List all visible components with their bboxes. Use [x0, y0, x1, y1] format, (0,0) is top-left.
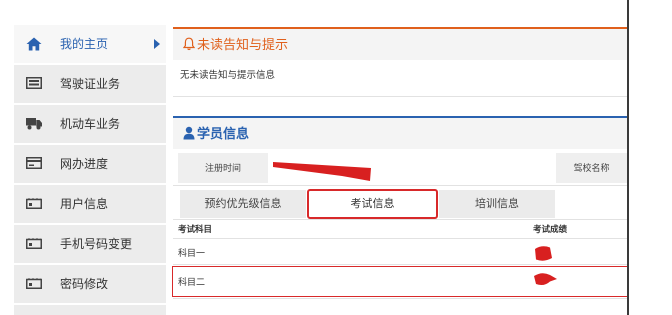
sidebar-item-label: 机动车业务 — [60, 117, 121, 131]
id-card-icon — [26, 77, 42, 91]
notice-panel-divider — [173, 96, 627, 97]
notice-panel-title: 未读告知与提示 — [197, 37, 289, 52]
sidebar-item-progress[interactable]: 网办进度 — [14, 145, 166, 185]
progress-card-icon — [26, 157, 42, 171]
driving-school-label: 驾校名称 — [556, 153, 627, 183]
tab-training-info[interactable]: 培训信息 — [439, 190, 555, 218]
registration-time-label: 注册时间 — [178, 153, 268, 183]
exam-subject-cell: 科目二 — [178, 277, 206, 287]
sidebar-item-home[interactable]: 我的主页 — [14, 25, 166, 65]
home-icon — [26, 37, 42, 51]
sidebar-item-license[interactable]: 驾驶证业务 — [14, 65, 166, 105]
bell-icon — [183, 37, 195, 51]
phone-card-icon — [26, 237, 42, 251]
notice-panel-header: 未读告知与提示 — [173, 27, 627, 60]
truck-icon — [26, 117, 42, 131]
student-panel-header: 学员信息 — [173, 116, 627, 149]
user-icon — [183, 126, 195, 140]
sidebar-item-label: 网办进度 — [60, 157, 109, 171]
table-header-divider — [173, 238, 627, 239]
sidebar-item-user-info[interactable]: 用户信息 — [14, 185, 166, 225]
sidebar-item-password[interactable]: 密码修改 — [14, 265, 166, 305]
sidebar-nav: 我的主页 驾驶证业务 机动车业务 网办进度 用户信息 手机号码变更 密码修改 — [14, 25, 166, 315]
tab-priority-info[interactable]: 预约优先级信息 — [180, 190, 306, 218]
column-header-score: 考试成绩 — [533, 224, 568, 234]
tabs-divider — [173, 219, 627, 220]
sidebar-item-label: 密码修改 — [60, 277, 109, 291]
sidebar-item-label: 我的主页 — [60, 37, 109, 51]
window-edge — [627, 0, 629, 315]
password-card-icon — [26, 277, 42, 291]
notice-message: 无未读告知与提示信息 — [180, 70, 276, 81]
redaction-mark — [534, 273, 557, 286]
chevron-right-icon — [154, 39, 160, 49]
redaction-mark — [273, 162, 371, 181]
exam-subject-cell: 科目一 — [178, 248, 206, 258]
table-row-divider — [173, 264, 627, 265]
user-info-card-icon — [26, 197, 42, 211]
sidebar-item-label: 用户信息 — [60, 197, 109, 211]
table-row: 科目一 — [173, 240, 627, 264]
column-header-subject: 考试科目 — [178, 224, 213, 234]
redaction-mark — [535, 246, 552, 261]
sidebar-item-vehicle[interactable]: 机动车业务 — [14, 105, 166, 145]
tab-exam-info[interactable]: 考试信息 — [308, 190, 437, 218]
sidebar-item-label: 驾驶证业务 — [60, 77, 121, 91]
fields-divider — [173, 185, 627, 186]
sidebar-item-phone-change[interactable]: 手机号码变更 — [14, 225, 166, 265]
sidebar-item-label: 手机号码变更 — [60, 237, 133, 251]
table-row-divider — [173, 298, 627, 299]
student-panel-title: 学员信息 — [197, 126, 250, 141]
